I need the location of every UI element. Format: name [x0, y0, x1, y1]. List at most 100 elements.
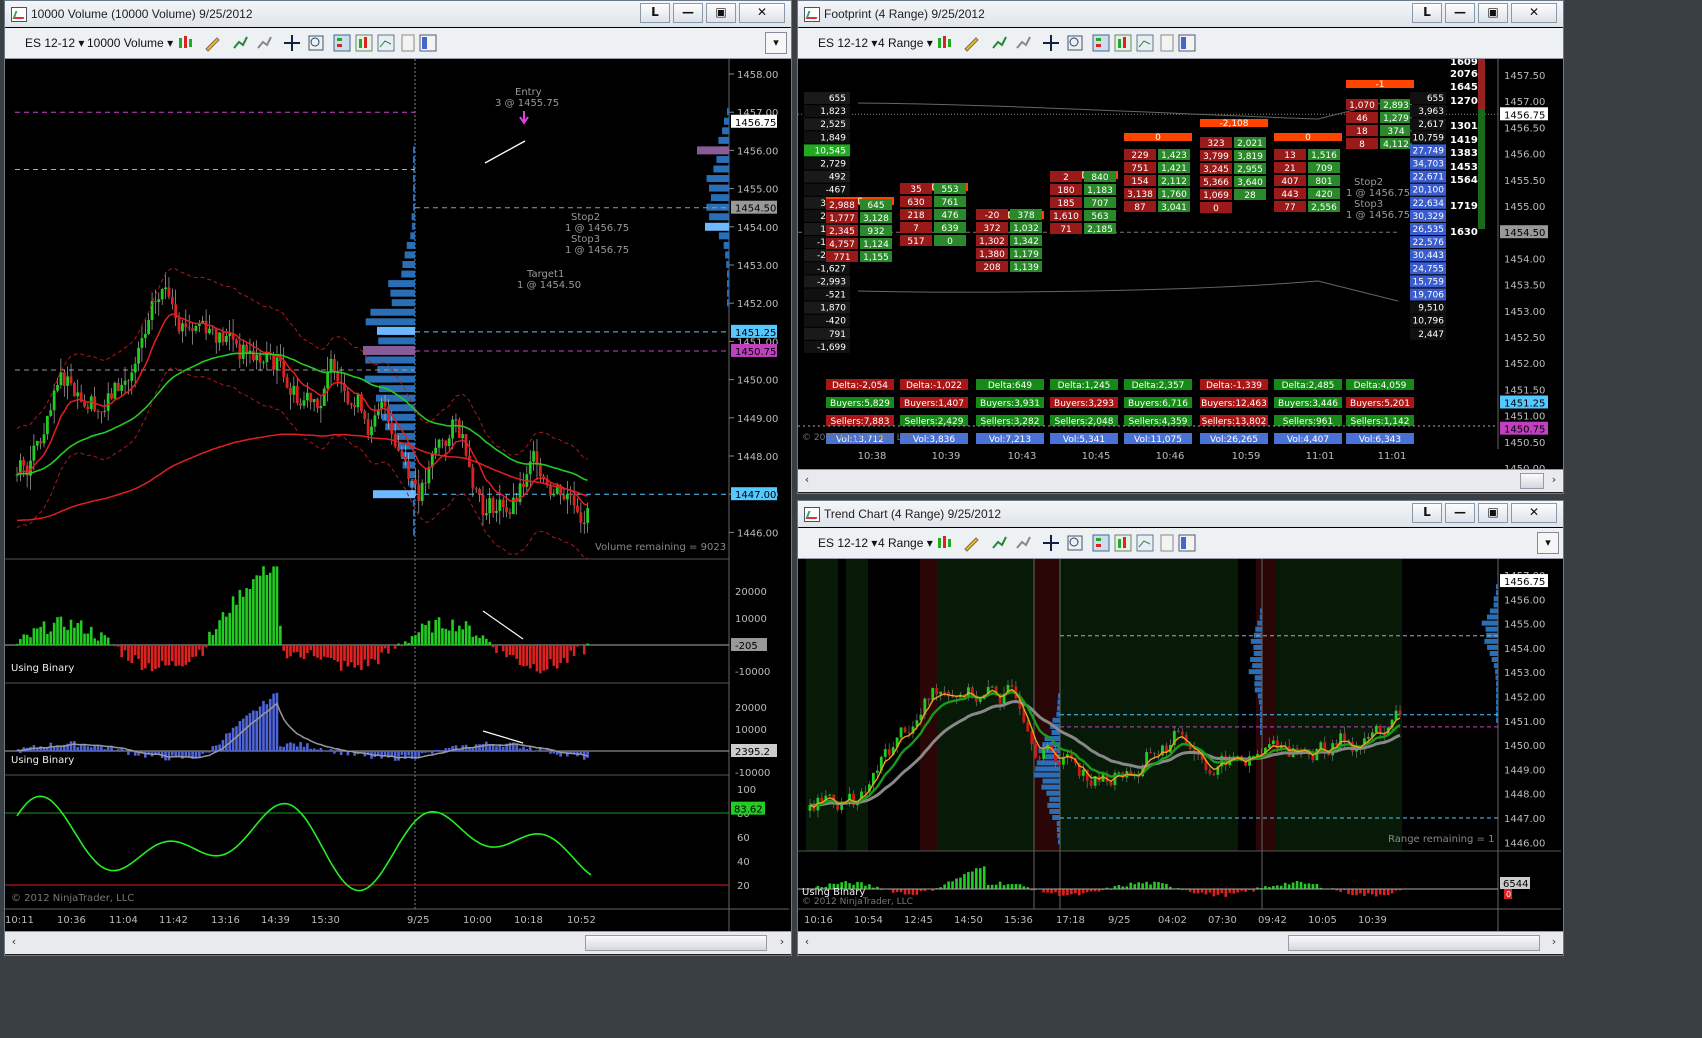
- candle-body: [417, 484, 421, 501]
- interval-selector[interactable]: 4 Range ▾: [878, 536, 933, 550]
- indicator-icon[interactable]: [231, 34, 249, 52]
- price-tick-label: 1446.00: [737, 528, 778, 539]
- buyers-label: Buyers:6,716: [1128, 399, 1188, 409]
- crosshair-icon[interactable]: [283, 34, 301, 52]
- close-button[interactable]: ✕: [739, 3, 785, 23]
- data-box-icon[interactable]: [377, 34, 395, 52]
- bar-type-icon[interactable]: [177, 34, 195, 52]
- properties-icon[interactable]: [355, 34, 373, 52]
- link-button[interactable]: L: [1412, 503, 1442, 523]
- zoom-icon[interactable]: [1066, 534, 1084, 552]
- total-cell: -1,699: [817, 343, 846, 353]
- template-icon[interactable]: [399, 34, 417, 52]
- instrument-selector[interactable]: ES 12-12 ▾: [25, 36, 84, 50]
- chart-trader-icon[interactable]: [1092, 534, 1110, 552]
- pencil-icon[interactable]: [962, 34, 980, 52]
- minimize-button[interactable]: —: [1445, 503, 1475, 523]
- cum-cell: 22,576: [1413, 238, 1445, 248]
- ind2-bar: [184, 751, 188, 757]
- scroll-left-icon[interactable]: ‹: [800, 473, 814, 487]
- candle-body: [262, 362, 265, 364]
- price-panel[interactable]: 1458.00 1457.00 1456.00 1455.00 1454.00 1453.…: [5, 59, 791, 931]
- candle-body: [167, 287, 171, 297]
- trend-panel[interactable]: 1457.001456.001455.001454.001453.001452.…: [798, 559, 1563, 931]
- strategy-icon[interactable]: [1014, 34, 1032, 52]
- strategy-icon[interactable]: [255, 34, 273, 52]
- minimize-button[interactable]: —: [673, 3, 703, 23]
- horizontal-scrollbar[interactable]: ‹ ›: [798, 469, 1563, 492]
- minimize-button[interactable]: —: [1445, 3, 1475, 23]
- template-icon[interactable]: [1158, 34, 1176, 52]
- ind-bar: [1018, 884, 1022, 889]
- data-box-icon[interactable]: [1136, 34, 1154, 52]
- candle-body: [481, 494, 485, 516]
- scroll-menu-button[interactable]: ▾: [1537, 532, 1559, 554]
- scroll-thumb[interactable]: [585, 935, 767, 951]
- footprint-value: 1,155: [863, 253, 889, 263]
- horizontal-scrollbar[interactable]: ‹ ›: [5, 931, 791, 954]
- maximize-button[interactable]: ▣: [1478, 3, 1508, 23]
- interval-selector[interactable]: 10000 Volume ▾: [87, 36, 173, 50]
- ind-bar: [1216, 889, 1220, 895]
- scroll-left-icon[interactable]: ‹: [7, 935, 21, 949]
- close-button[interactable]: ✕: [1511, 3, 1557, 23]
- ind1-bar: [221, 612, 225, 645]
- window-list-icon[interactable]: [419, 34, 437, 52]
- bar-type-icon[interactable]: [936, 34, 954, 52]
- candle-body: [245, 344, 248, 353]
- chart-toolbar: ES 12-12 ▾ 4 Range ▾: [798, 28, 1563, 59]
- bar-type-icon[interactable]: [936, 534, 954, 552]
- zoom-icon[interactable]: [1066, 34, 1084, 52]
- footprint-panel[interactable]: 1457.50 1457.00 1456.75 1456.50 1456.00 1455.…: [798, 57, 1563, 475]
- far-total: 1453: [1450, 162, 1478, 173]
- entry-label: Entry: [515, 87, 542, 98]
- window-titlebar[interactable]: Footprint (4 Range) 9/25/2012 L — ▣ ✕: [798, 1, 1563, 27]
- window-list-icon[interactable]: [1178, 534, 1196, 552]
- volume-profile-bar: [1254, 687, 1262, 693]
- properties-icon[interactable]: [1114, 534, 1132, 552]
- chart-trader-icon[interactable]: [333, 34, 351, 52]
- scroll-thumb[interactable]: [1288, 935, 1540, 951]
- chart-trader-icon[interactable]: [1092, 34, 1110, 52]
- scroll-left-icon[interactable]: ‹: [800, 935, 814, 949]
- pencil-icon[interactable]: [962, 534, 980, 552]
- instrument-selector[interactable]: ES 12-12 ▾: [818, 36, 877, 50]
- candle-body: [69, 376, 73, 384]
- interval-selector[interactable]: 4 Range ▾: [878, 36, 933, 50]
- scroll-right-icon[interactable]: ›: [1547, 935, 1561, 949]
- data-box-icon[interactable]: [1136, 534, 1154, 552]
- link-button[interactable]: L: [640, 3, 670, 23]
- window-list-icon[interactable]: [1178, 34, 1196, 52]
- instrument-selector[interactable]: ES 12-12 ▾: [818, 536, 877, 550]
- footprint-value: 761: [941, 198, 958, 208]
- window-titlebar[interactable]: 10000 Volume (10000 Volume) 9/25/2012 L …: [5, 1, 791, 27]
- scroll-right-icon[interactable]: ›: [1547, 473, 1561, 487]
- ind1-bar: [32, 628, 36, 645]
- link-button[interactable]: L: [1412, 3, 1442, 23]
- scroll-thumb[interactable]: [1520, 473, 1544, 489]
- indicator-icon[interactable]: [990, 534, 1008, 552]
- strategy-icon[interactable]: [1014, 534, 1032, 552]
- volume-profile-bar: [411, 213, 415, 221]
- ind1-bar: [336, 645, 340, 662]
- scroll-menu-button[interactable]: ▾: [765, 32, 787, 54]
- close-button[interactable]: ✕: [1511, 503, 1557, 523]
- scroll-right-icon[interactable]: ›: [775, 935, 789, 949]
- indicator-icon[interactable]: [990, 34, 1008, 52]
- maximize-button[interactable]: ▣: [1478, 503, 1508, 523]
- window-titlebar[interactable]: Trend Chart (4 Range) 9/25/2012 L — ▣ ✕: [798, 501, 1563, 527]
- horizontal-scrollbar[interactable]: ‹ ›: [798, 931, 1563, 954]
- crosshair-icon[interactable]: [1042, 534, 1060, 552]
- maximize-button[interactable]: ▣: [706, 3, 736, 23]
- ind2-bar: [302, 746, 306, 751]
- properties-icon[interactable]: [1114, 34, 1132, 52]
- ind1-bar: [292, 645, 296, 653]
- price-tick-label: 1456.00: [737, 146, 778, 157]
- ind1-bar: [373, 645, 377, 660]
- template-icon[interactable]: [1158, 534, 1176, 552]
- crosshair-icon[interactable]: [1042, 34, 1060, 52]
- volume-profile-bar: [1495, 590, 1498, 596]
- volume-profile-bar: [726, 261, 729, 268]
- pencil-icon[interactable]: [203, 34, 221, 52]
- zoom-icon[interactable]: [307, 34, 325, 52]
